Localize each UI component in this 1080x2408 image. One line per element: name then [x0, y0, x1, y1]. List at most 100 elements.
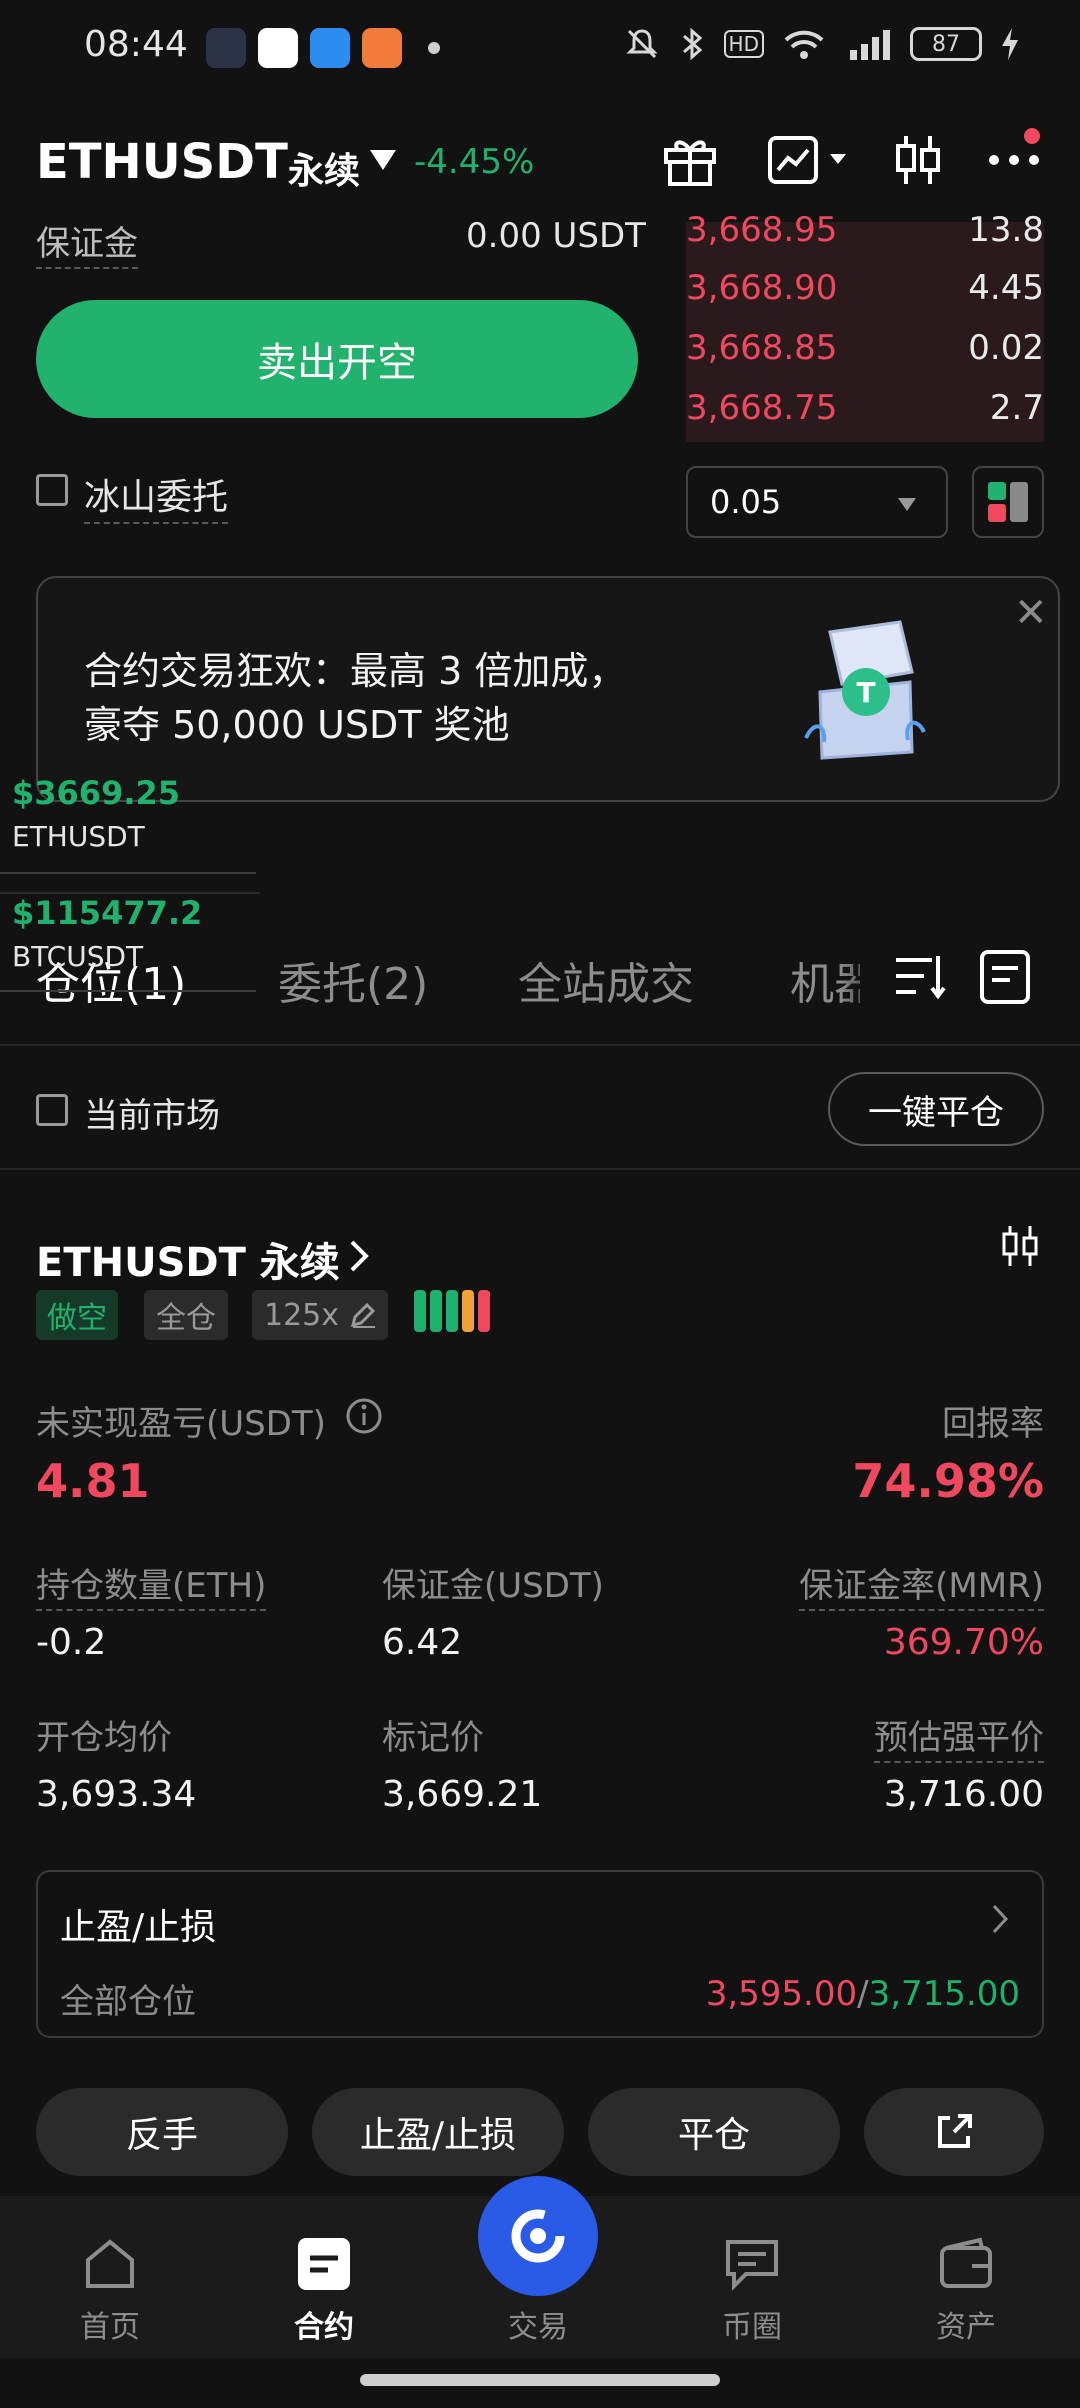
close-all-button[interactable]: 一键平仓 [828, 1072, 1044, 1146]
tpsl-button[interactable]: 止盈/止损 [312, 2088, 564, 2176]
tab-orders[interactable]: 委托(2) [278, 948, 428, 1012]
nav-community-label[interactable]: 币圈 [692, 2302, 812, 2346]
chart-icon[interactable] [764, 130, 824, 190]
candlestick-icon[interactable] [888, 130, 948, 190]
leverage-tag[interactable]: 125x [252, 1290, 388, 1340]
orderbook-asks: 3,668.95 13.8 3,668.90 4.45 3,668.85 0.0… [686, 210, 1044, 442]
ask-price: 3,668.85 [686, 328, 838, 368]
community-icon[interactable] [722, 2234, 782, 2294]
current-market-checkbox[interactable] [36, 1094, 68, 1126]
tpsl-values: 3,595.00 / 3,715.00 [706, 1974, 1020, 2014]
status-icons: HD 87 [624, 26, 1020, 62]
tab-market-trades[interactable]: 全站成交 [518, 948, 694, 1012]
position-size-value: -0.2 [36, 1622, 107, 1663]
position-margin-label: 保证金(USDT) [382, 1566, 604, 1606]
margin-value: 0.00 USDT [466, 216, 646, 256]
tabs-fade [840, 930, 890, 1010]
candlestick-icon[interactable] [998, 1222, 1042, 1270]
nav-contract-label[interactable]: 合约 [264, 2302, 384, 2346]
depth-select[interactable]: 0.05 [686, 466, 948, 538]
order-history-icon[interactable] [978, 948, 1032, 1006]
chart-dropdown-icon[interactable] [828, 152, 848, 168]
contract-icon[interactable] [294, 2234, 354, 2294]
adl-bar [446, 1290, 458, 1332]
iceberg-label[interactable]: 冰山委托 [84, 468, 229, 524]
eth-ticker-name[interactable]: ETHUSDT [12, 820, 145, 853]
eth-ticker-price[interactable]: $3669.25 [12, 774, 180, 812]
stop-loss-value: 3,715.00 [868, 1974, 1020, 2014]
adl-bar [414, 1290, 426, 1332]
reverse-button[interactable]: 反手 [36, 2088, 288, 2176]
symbol-dropdown-icon[interactable] [370, 150, 396, 170]
wallet-icon[interactable] [936, 2234, 996, 2294]
chevron-right-icon[interactable] [346, 1236, 372, 1276]
more-notifications-dot [428, 42, 440, 54]
book-app-icon [362, 28, 402, 68]
layout-grey-block [1010, 482, 1028, 522]
ask-price: 3,668.95 [686, 210, 838, 250]
home-indicator[interactable] [360, 2374, 720, 2386]
current-market-label[interactable]: 当前市场 [84, 1088, 220, 1137]
entry-price-label: 开仓均价 [36, 1718, 172, 1758]
battery-icon: 87 [910, 27, 982, 61]
nav-assets-label[interactable]: 资产 [906, 2302, 1026, 2346]
iceberg-checkbox[interactable] [36, 474, 68, 506]
adl-bar [462, 1290, 474, 1332]
layout-red-block [988, 504, 1006, 522]
sort-list-icon[interactable] [892, 952, 948, 1002]
ask-qty: 13.8 [968, 210, 1044, 250]
position-symbol[interactable]: ETHUSDT 永续 [36, 1230, 340, 1288]
nav-trade-label[interactable]: 交易 [478, 2302, 598, 2346]
tpsl-scope: 全部仓位 [60, 1982, 196, 2022]
sell-open-short-button[interactable]: 卖出开空 [36, 300, 638, 418]
liquidation-price-label: 预估强平价 [874, 1710, 1044, 1763]
nav-home-label[interactable]: 首页 [50, 2302, 170, 2346]
ticker-separator [0, 990, 256, 992]
mute-icon [625, 29, 658, 59]
close-icon[interactable]: ✕ [1014, 590, 1048, 636]
symbol-title[interactable]: ETHUSDT [36, 134, 288, 190]
mail-app-icon [206, 28, 246, 68]
adl-indicator[interactable] [414, 1290, 490, 1332]
mmr-value: 369.70% [883, 1622, 1044, 1663]
ask-price: 3,668.75 [686, 388, 838, 428]
share-button[interactable] [864, 2088, 1044, 2176]
adl-bar [478, 1290, 490, 1332]
depth-value: 0.05 [710, 483, 782, 521]
orderbook-row[interactable]: 3,668.75 2.7 [686, 388, 1044, 448]
home-icon[interactable] [80, 2234, 140, 2294]
hd-icon: HD [723, 30, 764, 58]
gift-box-illustration: T [804, 620, 926, 760]
gift-icon[interactable] [660, 130, 720, 190]
roe-label: 回报率 [942, 1404, 1044, 1444]
layout-green-block [988, 482, 1006, 500]
promo-text-line1: 合约交易狂欢：最高 3 倍加成， [84, 649, 627, 693]
liquidation-price-value: 3,716.00 [883, 1774, 1044, 1815]
chevron-down-icon [898, 498, 916, 511]
info-icon[interactable] [344, 1396, 384, 1436]
promo-text-line2: 豪夺 50,000 USDT 奖池 [84, 703, 510, 747]
mark-price-label: 标记价 [382, 1718, 484, 1758]
ask-price: 3,668.90 [686, 268, 838, 308]
margin-mode-tag[interactable]: 全仓 [144, 1290, 228, 1340]
wifi-icon [784, 30, 824, 59]
edit-icon [350, 1302, 376, 1328]
chevron-right-icon[interactable] [990, 1902, 1012, 1936]
side-tag: 做空 [36, 1290, 118, 1340]
btc-ticker-name[interactable]: BTCUSDT [12, 940, 143, 973]
orderbook-layout-button[interactable] [972, 466, 1044, 538]
orderbook-row[interactable]: 3,668.90 4.45 [686, 268, 1044, 328]
tpsl-separator: / [857, 1974, 869, 2014]
orderbook-row[interactable]: 3,668.85 0.02 [686, 328, 1044, 388]
btc-ticker-price[interactable]: $115477.2 [12, 894, 202, 932]
status-time: 08:44 [84, 24, 188, 65]
unrealized-pnl-value: 4.81 [36, 1454, 150, 1508]
share-icon [938, 2114, 972, 2148]
trade-fab-button[interactable] [478, 2176, 598, 2296]
contract-type[interactable]: 永续 [288, 142, 360, 194]
ask-qty: 0.02 [968, 328, 1044, 368]
orderbook-row[interactable]: 3,668.95 13.8 [686, 210, 1044, 270]
close-position-button[interactable]: 平仓 [588, 2088, 840, 2176]
tpsl-title: 止盈/止损 [60, 1907, 217, 1948]
trade-logo-icon [511, 2209, 565, 2263]
